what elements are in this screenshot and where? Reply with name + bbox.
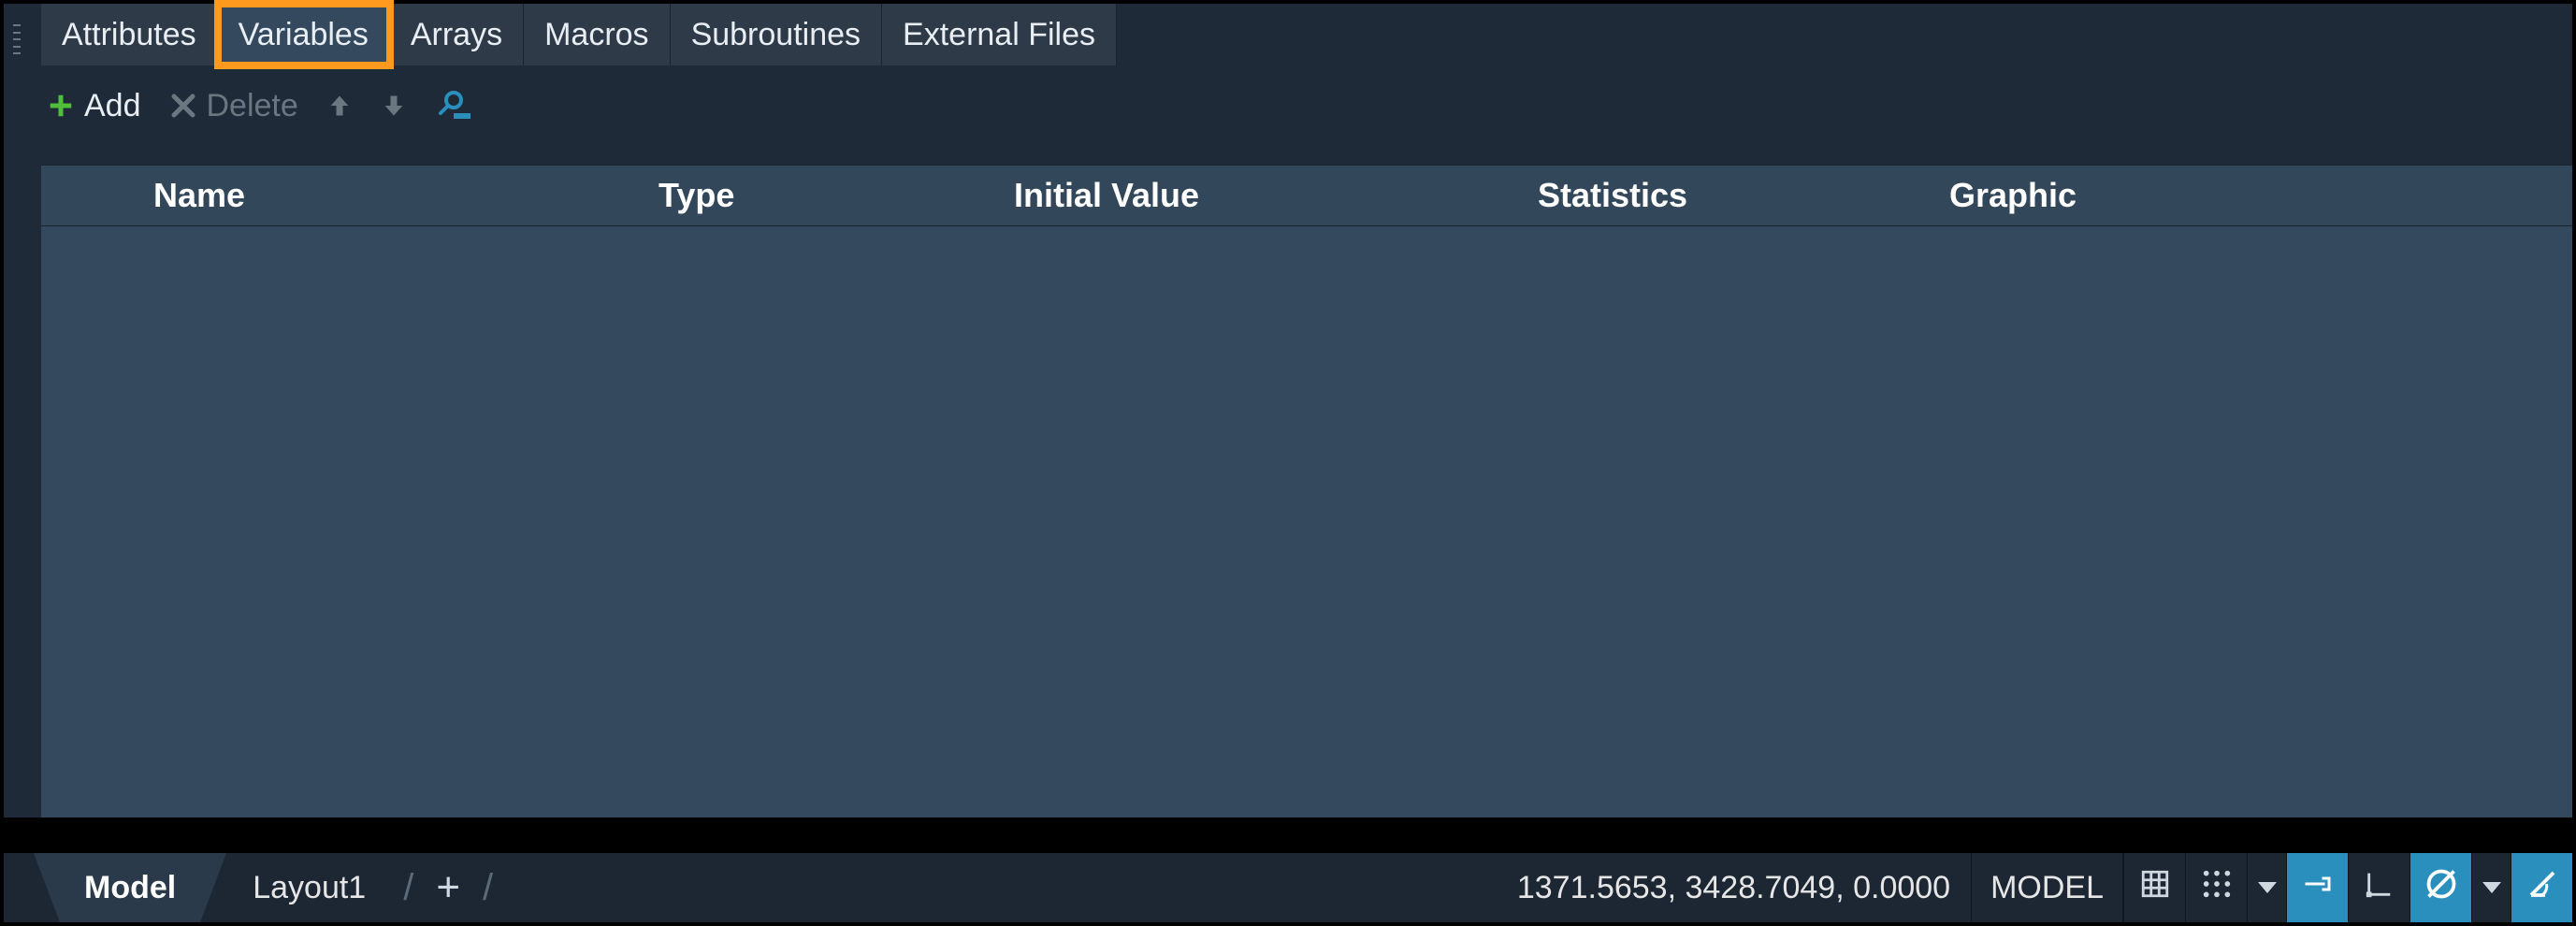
polar-icon <box>2525 867 2559 909</box>
col-statistics[interactable]: Statistics <box>1519 176 1931 215</box>
col-graphic[interactable]: Graphic <box>1931 176 2305 215</box>
delete-label: Delete <box>207 88 298 124</box>
col-type[interactable]: Type <box>640 176 995 215</box>
ucs-toggle[interactable] <box>2348 853 2410 922</box>
layout-tab-label: Layout1 <box>253 870 366 906</box>
table-header: Name Type Initial Value Statistics Graph… <box>41 165 2572 226</box>
panel-tabs: Attributes Variables Arrays Macros Subro… <box>41 4 1117 65</box>
chevron-down-icon <box>2482 882 2501 893</box>
delete-button: Delete <box>164 84 304 128</box>
layout-tab-model[interactable]: Model <box>60 853 200 922</box>
arrow-up-icon <box>326 91 353 121</box>
ortho-toggle[interactable] <box>2286 853 2348 922</box>
model-space-indicator[interactable]: MODEL <box>1971 853 2123 922</box>
grid-display-toggle[interactable] <box>2123 853 2185 922</box>
tab-label: Arrays <box>411 17 502 53</box>
status-bar: Model Layout1 / + / 1371.5653, 3428.7049… <box>4 853 2572 922</box>
add-button[interactable]: Add <box>41 84 147 128</box>
grid-snap-toggle[interactable] <box>2185 853 2247 922</box>
plus-icon: + <box>436 864 460 911</box>
snap-icon <box>2301 867 2335 909</box>
panel-toolbar: Add Delete <box>41 77 478 135</box>
snap-dropdown[interactable] <box>2247 853 2286 922</box>
layout-separator: / <box>470 867 506 909</box>
tab-variables[interactable]: Variables <box>218 4 390 65</box>
layout-separator: / <box>390 867 427 909</box>
x-icon <box>169 92 197 120</box>
add-layout-button[interactable]: + <box>427 864 470 911</box>
panel-drag-handle[interactable] <box>13 24 21 54</box>
add-label: Add <box>84 88 141 124</box>
grid-snap-icon <box>2201 868 2233 908</box>
polar-toggle[interactable] <box>2511 853 2572 922</box>
tab-label: External Files <box>903 17 1095 53</box>
col-initial-value[interactable]: Initial Value <box>995 176 1519 215</box>
find-button[interactable] <box>429 85 478 126</box>
move-up-button <box>321 87 358 124</box>
tab-attributes[interactable]: Attributes <box>41 4 218 65</box>
tab-label: Macros <box>544 17 648 53</box>
dynamic-input-dropdown[interactable] <box>2471 853 2511 922</box>
variables-panel: Attributes Variables Arrays Macros Subro… <box>4 4 2572 817</box>
col-name[interactable]: Name <box>41 176 640 215</box>
table-body-empty <box>41 226 2572 817</box>
tab-label: Subroutines <box>691 17 861 53</box>
tab-subroutines[interactable]: Subroutines <box>671 4 882 65</box>
tab-external-files[interactable]: External Files <box>882 4 1117 65</box>
grid-display-icon <box>2139 868 2171 908</box>
tab-label: Variables <box>239 17 369 53</box>
cursor-coordinates: 1371.5653, 3428.7049, 0.0000 <box>1497 853 1971 922</box>
tab-label: Attributes <box>62 17 196 53</box>
move-down-button <box>375 87 412 124</box>
layout-tab-label: Model <box>84 870 176 906</box>
chevron-down-icon <box>2258 882 2277 893</box>
plus-icon <box>47 92 75 120</box>
dynamic-input-icon <box>2424 867 2458 909</box>
layout-tabs: Model Layout1 / + / <box>4 853 506 922</box>
layout-tab-layout1[interactable]: Layout1 <box>228 853 390 922</box>
find-icon <box>435 89 472 123</box>
dynamic-input-toggle[interactable] <box>2410 853 2471 922</box>
model-indicator-label: MODEL <box>1990 870 2104 906</box>
tab-macros[interactable]: Macros <box>524 4 670 65</box>
arrow-down-icon <box>381 91 407 121</box>
tab-arrays[interactable]: Arrays <box>390 4 524 65</box>
ucs-icon <box>2364 868 2395 908</box>
